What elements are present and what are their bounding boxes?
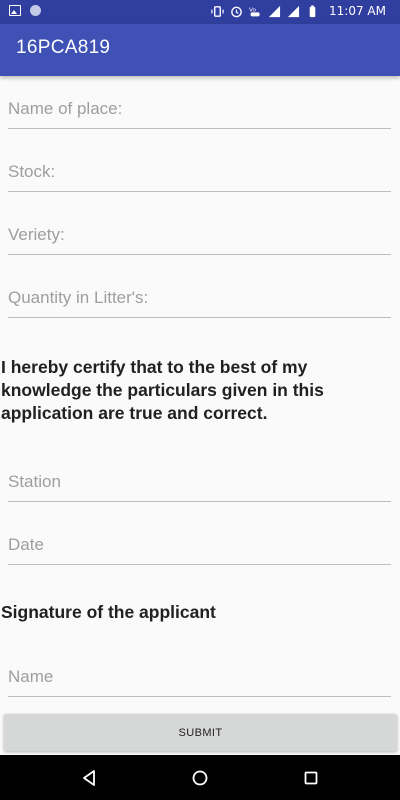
volte-icon: Vo: [249, 7, 260, 16]
recents-icon[interactable]: [300, 767, 322, 789]
quantity-input[interactable]: [8, 284, 391, 312]
alarm-icon: [231, 6, 242, 17]
signal-4g-icon: [268, 5, 281, 17]
back-icon[interactable]: [78, 767, 100, 789]
variety-field: [8, 215, 391, 255]
variety-input[interactable]: [8, 221, 391, 249]
image-icon: [9, 5, 21, 16]
battery-icon: [309, 4, 316, 17]
home-icon[interactable]: [189, 767, 211, 789]
navigation-bar: [0, 755, 400, 800]
station-input[interactable]: [8, 468, 391, 496]
vibrate-icon: [211, 5, 224, 17]
quantity-field: [8, 278, 391, 318]
date-field: [8, 525, 391, 565]
name-of-place-input[interactable]: [8, 95, 391, 123]
certification-text: I hereby certify that to the best of my …: [1, 357, 324, 423]
circle-dot-icon: [30, 5, 41, 16]
stock-field: [8, 152, 391, 192]
signal-icon: [287, 5, 300, 17]
name-field: [8, 657, 391, 697]
status-time: 11:07 AM: [329, 4, 386, 18]
name-of-place-field: [8, 89, 391, 129]
submit-button[interactable]: SUBMIT: [4, 714, 397, 751]
status-bar: Vo 11:07 AM: [0, 0, 400, 24]
app-title: 16PCA819: [16, 37, 111, 58]
stock-input[interactable]: [8, 158, 391, 186]
date-input[interactable]: [8, 531, 391, 559]
app-bar: 16PCA819: [0, 24, 400, 76]
name-input[interactable]: [8, 663, 391, 691]
station-field: [8, 462, 391, 502]
signature-label: Signature of the applicant: [1, 602, 216, 622]
